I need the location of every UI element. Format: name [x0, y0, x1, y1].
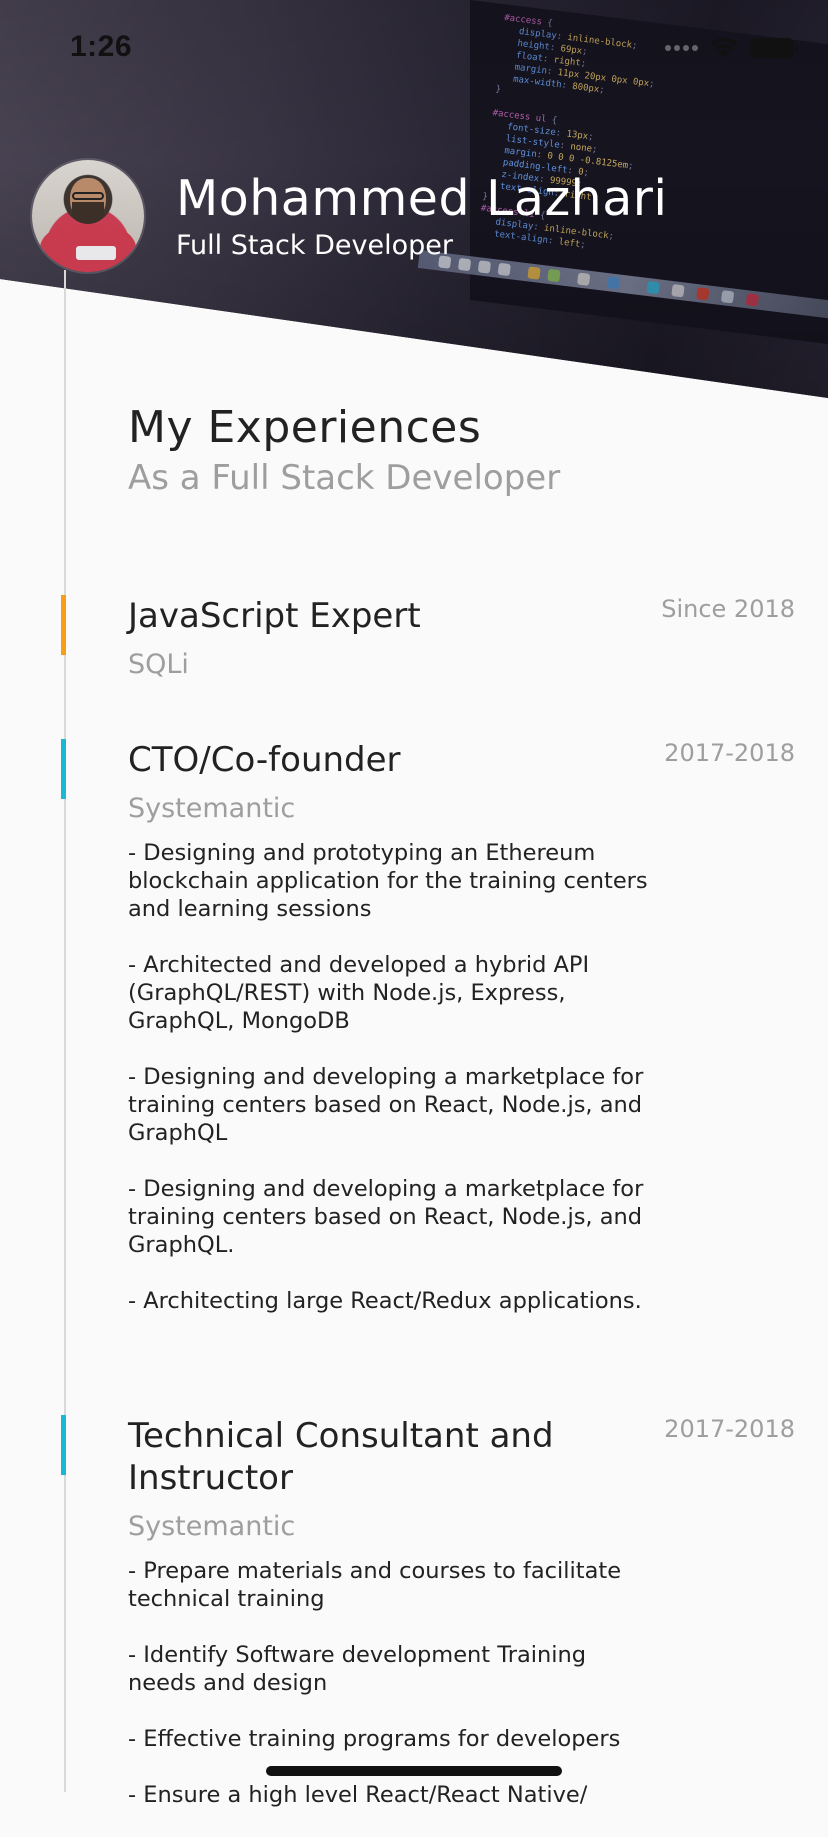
- profile-title: Full Stack Developer: [176, 230, 453, 261]
- experience-period: 2017-2018: [664, 1415, 795, 1443]
- battery-icon: [750, 38, 798, 58]
- list-item: - Ensure a high level React/React Native…: [128, 1782, 588, 1808]
- list-item: - Designing and developing a marketplace…: [128, 1176, 644, 1258]
- timeline-line: [64, 270, 66, 1792]
- timeline-marker: [61, 595, 66, 655]
- status-time: 1:26: [70, 30, 133, 63]
- profile-name: Mohammed Lazhari: [176, 170, 668, 227]
- experience-period: 2017-2018: [664, 739, 795, 767]
- list-item: - Architected and developed a hybrid API…: [128, 952, 590, 1034]
- experience-bullets: - Designing and prototyping an Ethereum …: [128, 839, 648, 1343]
- experience-role: JavaScript Expert: [128, 596, 421, 636]
- experience-bullets: - Prepare materials and courses to facil…: [128, 1557, 648, 1837]
- signal-icon: [665, 45, 698, 51]
- list-item: - Architecting large React/Redux applica…: [128, 1288, 642, 1314]
- wifi-icon: [710, 37, 738, 58]
- timeline-marker: [61, 739, 66, 799]
- experience-role: Technical Consultant and Instructor: [128, 1416, 554, 1498]
- section-title: My Experiences: [128, 402, 482, 453]
- experience-company: SQLi: [128, 649, 189, 680]
- list-item: - Prepare materials and courses to facil…: [128, 1558, 622, 1612]
- status-icons: [665, 36, 798, 60]
- experience-company: Systemantic: [128, 793, 296, 824]
- home-indicator[interactable]: [266, 1766, 562, 1776]
- experience-role: CTO/Co-founder: [128, 740, 401, 780]
- list-item: - Designing and prototyping an Ethereum …: [128, 840, 648, 922]
- timeline-marker: [61, 1415, 66, 1475]
- avatar[interactable]: [32, 160, 144, 272]
- experience-period: Since 2018: [661, 595, 795, 623]
- list-item: - Designing and developing a marketplace…: [128, 1064, 644, 1146]
- section-subtitle: As a Full Stack Developer: [128, 458, 561, 498]
- list-item: - Effective training programs for develo…: [128, 1726, 621, 1752]
- list-item: - Identify Software development Training…: [128, 1642, 587, 1696]
- experience-company: Systemantic: [128, 1511, 296, 1542]
